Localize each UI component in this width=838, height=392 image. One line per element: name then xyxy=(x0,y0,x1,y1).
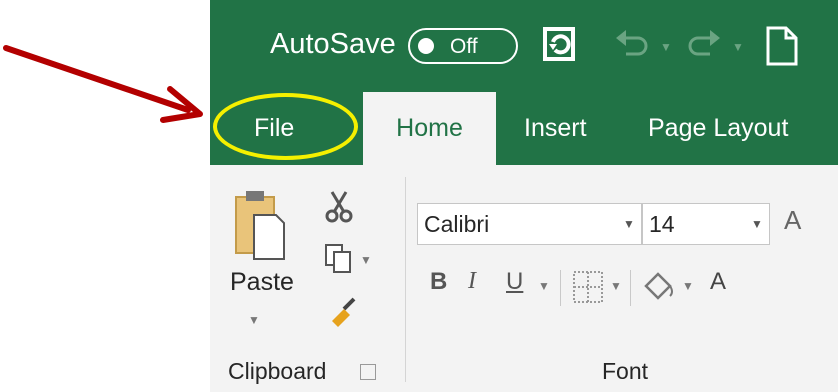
tab-page-layout[interactable]: Page Layout xyxy=(634,92,802,165)
font-size-combobox[interactable]: 14 ▼ xyxy=(642,203,770,245)
tab-insert[interactable]: Insert xyxy=(510,92,601,165)
paste-icon[interactable] xyxy=(230,185,288,265)
separator xyxy=(560,270,561,306)
autosave-toggle[interactable]: Off xyxy=(408,28,518,64)
redo-dropdown-icon[interactable]: ▼ xyxy=(732,40,744,54)
clipboard-group-label: Clipboard xyxy=(228,358,327,384)
file-highlight-circle xyxy=(213,93,358,160)
font-color-button[interactable]: A xyxy=(710,268,726,296)
copy-icon[interactable] xyxy=(324,243,354,275)
bold-button[interactable]: B xyxy=(430,268,447,296)
borders-icon[interactable] xyxy=(572,270,604,304)
fill-color-icon[interactable] xyxy=(640,268,676,304)
ribbon: Paste ▼ ▼ Clipboard Calibri ▼ 14 ▼ A B I… xyxy=(210,165,838,392)
borders-dropdown-icon[interactable]: ▼ xyxy=(610,279,622,293)
quick-access-toolbar: AutoSave Off ▼ ▼ xyxy=(210,0,838,92)
paste-label[interactable]: Paste xyxy=(230,268,294,297)
new-document-icon[interactable] xyxy=(762,24,802,68)
group-separator xyxy=(405,177,406,382)
font-size-dropdown-icon[interactable]: ▼ xyxy=(745,204,769,244)
separator xyxy=(630,270,631,306)
format-painter-icon[interactable] xyxy=(324,295,358,329)
tab-home[interactable]: Home xyxy=(363,92,496,165)
cut-icon[interactable] xyxy=(324,190,354,224)
font-name-combobox[interactable]: Calibri ▼ xyxy=(417,203,642,245)
copy-dropdown-icon[interactable]: ▼ xyxy=(360,253,372,267)
paste-dropdown-icon[interactable]: ▼ xyxy=(248,313,260,327)
grow-font-button[interactable]: A xyxy=(784,205,801,236)
autosave-state: Off xyxy=(450,35,478,58)
font-size-value: 14 xyxy=(649,211,675,237)
underline-button[interactable]: U xyxy=(506,268,523,296)
underline-dropdown-icon[interactable]: ▼ xyxy=(538,279,550,293)
undo-dropdown-icon[interactable]: ▼ xyxy=(660,40,672,54)
italic-button[interactable]: I xyxy=(468,268,476,295)
clipboard-dialog-launcher-icon[interactable] xyxy=(360,364,376,380)
font-name-value: Calibri xyxy=(424,211,490,237)
fill-color-dropdown-icon[interactable]: ▼ xyxy=(682,279,694,293)
annotation-arrow-icon xyxy=(3,45,203,123)
font-name-dropdown-icon[interactable]: ▼ xyxy=(617,204,641,244)
toggle-knob xyxy=(418,38,434,54)
autosave-label: AutoSave xyxy=(270,28,396,60)
font-group-label: Font xyxy=(602,358,649,384)
redo-icon[interactable] xyxy=(684,24,724,64)
undo-icon[interactable] xyxy=(612,24,652,64)
sync-icon[interactable] xyxy=(540,24,580,64)
